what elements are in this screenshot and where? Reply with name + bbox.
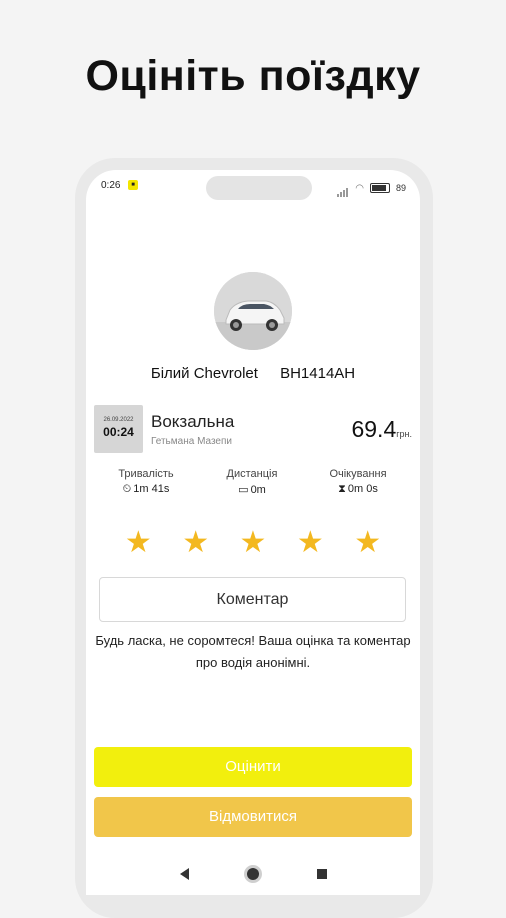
star-4-icon[interactable]: ★ xyxy=(297,525,324,560)
ruler-icon: ▭ xyxy=(238,484,249,496)
hourglass-icon: ⧗ xyxy=(338,483,346,495)
car-plate: BH1414AH xyxy=(280,365,356,382)
anonymity-note: Будь ласка, не соромтеся! Ваша оцінка та… xyxy=(95,633,411,670)
battery-percent: 89 xyxy=(395,183,406,193)
notification-icon: ■ xyxy=(128,180,138,190)
metric-duration: Тривалість ⏲ 1m 41s xyxy=(96,468,196,496)
comment-input[interactable]: Коментар xyxy=(99,577,406,622)
system-navbar xyxy=(86,852,420,895)
status-time: 0:26 xyxy=(101,180,121,191)
back-icon[interactable] xyxy=(179,867,189,880)
star-3-icon[interactable]: ★ xyxy=(240,525,267,560)
rate-button[interactable]: Оцінити xyxy=(94,747,412,787)
battery-icon xyxy=(369,183,390,193)
recents-icon[interactable] xyxy=(316,868,327,879)
car-photo xyxy=(214,272,292,350)
price-currency: грн. xyxy=(396,429,412,439)
star-5-icon[interactable]: ★ xyxy=(354,525,381,560)
wifi-icon: ◠ xyxy=(355,182,364,194)
star-2-icon[interactable]: ★ xyxy=(182,525,209,560)
trip-time: 00:24 xyxy=(103,425,134,439)
car-name: Білий Chevrolet xyxy=(150,365,258,382)
headline: Оцініть поїздку xyxy=(85,52,421,100)
status-icons: ◠ 89 xyxy=(337,179,406,197)
car-info: Білий Chevrolet BH1414AH xyxy=(86,365,420,382)
waiting-value: 0m 0s xyxy=(347,483,378,495)
decline-button[interactable]: Відмовитися xyxy=(94,797,412,837)
metric-waiting: Очікування ⧗ 0m 0s xyxy=(308,468,408,496)
signal-icon xyxy=(337,179,349,197)
waiting-label: Очікування xyxy=(329,468,387,480)
camera-notch xyxy=(206,176,312,200)
clock-icon: ⏲ xyxy=(122,483,132,495)
trip-price: 69.4грн. xyxy=(351,416,412,443)
distance-value: 0m xyxy=(250,484,266,496)
price-value: 69.4 xyxy=(351,416,397,442)
home-icon[interactable] xyxy=(246,867,259,880)
duration-label: Тривалість xyxy=(118,468,174,480)
address-sub: Гетьмана Мазепи xyxy=(151,436,232,447)
star-1-icon[interactable]: ★ xyxy=(125,525,152,560)
trip-date: 26.09.2022 xyxy=(103,417,134,423)
rating-stars: ★ ★ ★ ★ ★ xyxy=(86,525,420,560)
duration-value: 1m 41s xyxy=(133,483,170,495)
app-screen: 0:26 ■ ◠ 89 Білий Chevrolet BH1414AH 26.… xyxy=(86,170,420,895)
metric-distance: Дистанція ▭ 0m xyxy=(202,468,302,496)
trip-date-box: 26.09.2022 00:24 xyxy=(94,405,143,453)
address-main: Вокзальна xyxy=(151,412,235,431)
distance-label: Дистанція xyxy=(226,468,278,480)
